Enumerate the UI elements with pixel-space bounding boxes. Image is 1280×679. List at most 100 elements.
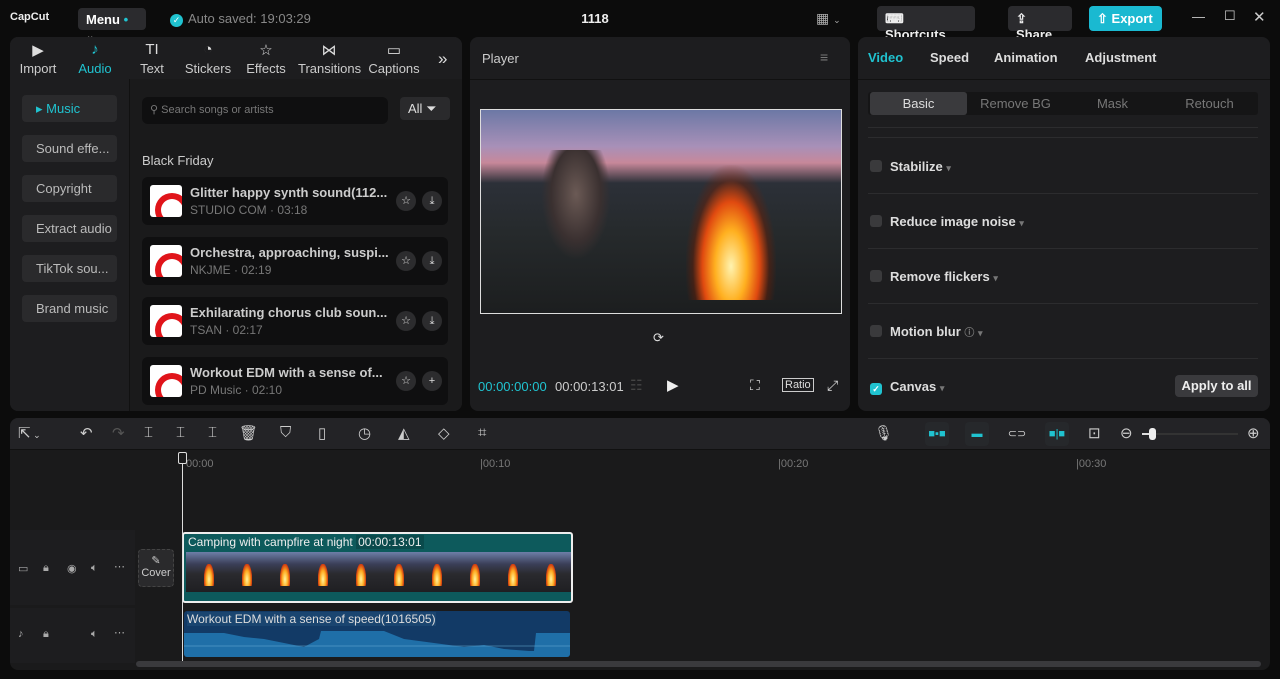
export-button[interactable]: ⇧ Export bbox=[1089, 6, 1162, 31]
undo-icon[interactable]: ↶ bbox=[80, 424, 93, 442]
split-left-icon[interactable]: ⌶ bbox=[176, 424, 185, 441]
subtab-basic[interactable]: Basic bbox=[870, 92, 967, 115]
horizontal-scrollbar[interactable] bbox=[136, 661, 1261, 667]
delete-icon[interactable]: 🗑 bbox=[239, 424, 258, 442]
sidebar-item-copyright[interactable]: Copyright bbox=[22, 175, 117, 202]
mirror-icon[interactable]: ◭ bbox=[398, 424, 410, 442]
option-remove-flickers[interactable]: Remove flickers ▾ bbox=[870, 269, 998, 284]
more-icon[interactable]: ⋯ bbox=[114, 560, 125, 573]
rotate-clip-icon[interactable]: ◇ bbox=[438, 424, 450, 442]
favorite-icon[interactable]: ☆ bbox=[396, 311, 416, 331]
redo-icon[interactable]: ↷ bbox=[112, 424, 125, 442]
hamburger-icon[interactable]: ≡ bbox=[820, 49, 828, 65]
main-track-magnet-icon[interactable]: ■▪■ bbox=[925, 422, 949, 446]
select-tool-icon[interactable]: ⇱ ⌄ bbox=[18, 424, 41, 442]
volume-icon[interactable]: 🔈︎ bbox=[91, 628, 98, 641]
marker-icon[interactable]: ⛉ bbox=[280, 424, 291, 441]
layout-icon[interactable]: ▦ ⌄ bbox=[816, 10, 841, 27]
split-right-icon[interactable]: ⌶ bbox=[208, 424, 217, 441]
tab-animation[interactable]: Animation bbox=[994, 50, 1058, 65]
microphone-icon[interactable]: 🎙 bbox=[874, 424, 893, 442]
tab-speed[interactable]: Speed bbox=[930, 50, 969, 65]
favorite-icon[interactable]: ☆ bbox=[396, 251, 416, 271]
sidebar-item-extract-audio[interactable]: Extract audio bbox=[22, 215, 117, 242]
close-icon[interactable]: ✕ bbox=[1253, 8, 1266, 26]
lock-icon[interactable]: 🔒︎ bbox=[43, 628, 49, 641]
add-icon[interactable]: + bbox=[422, 371, 442, 391]
download-icon[interactable]: ⤓ bbox=[422, 191, 442, 211]
tab-audio[interactable]: ♪ Audio bbox=[74, 41, 116, 76]
option-canvas[interactable]: ✓ Canvas ▾ bbox=[870, 379, 944, 395]
option-stabilize[interactable]: Stabilize ▾ bbox=[870, 159, 951, 174]
checkbox[interactable] bbox=[870, 215, 882, 227]
subtab-retouch[interactable]: Retouch bbox=[1161, 92, 1258, 115]
zoom-slider-handle[interactable] bbox=[1148, 428, 1156, 440]
list-item[interactable]: Exhilarating chorus club soun... TSAN · 0… bbox=[142, 297, 448, 345]
video-preview[interactable] bbox=[480, 109, 842, 314]
rotate-icon[interactable]: ⟳ bbox=[653, 330, 664, 346]
preview-axis-icon[interactable]: ■|■ bbox=[1045, 422, 1069, 446]
sidebar-item-tiktok-sounds[interactable]: TikTok sou... bbox=[22, 255, 117, 282]
timeline-grid-icon[interactable]: ☷ bbox=[630, 377, 643, 394]
link-icon[interactable]: ⊂⊃ bbox=[1005, 422, 1029, 446]
cover-button[interactable]: ✎ Cover bbox=[138, 549, 174, 587]
zoom-in-icon[interactable]: ⊕ bbox=[1247, 424, 1260, 442]
apply-to-all-button[interactable]: Apply to all bbox=[1175, 375, 1258, 397]
tab-effects[interactable]: ☆ Effects bbox=[245, 41, 287, 76]
zoom-slider[interactable] bbox=[1142, 428, 1238, 440]
tab-captions[interactable]: ▭ Captions bbox=[368, 41, 420, 76]
checkbox[interactable] bbox=[870, 270, 882, 282]
checkbox-checked[interactable]: ✓ bbox=[870, 383, 882, 395]
list-item[interactable]: Workout EDM with a sense of... PD Music ·… bbox=[142, 357, 448, 405]
favorite-icon[interactable]: ☆ bbox=[396, 371, 416, 391]
sidebar-item-brand-music[interactable]: Brand music bbox=[22, 295, 117, 322]
more-tabs-icon[interactable]: » bbox=[438, 49, 447, 69]
volume-icon[interactable]: 🔈︎ bbox=[91, 562, 98, 575]
filter-button[interactable]: All ⏷ bbox=[400, 97, 450, 120]
subtab-mask[interactable]: Mask bbox=[1064, 92, 1161, 115]
fullscreen-icon[interactable]: ⤢ bbox=[827, 377, 838, 394]
project-name[interactable]: 1118 bbox=[560, 11, 630, 26]
favorite-icon[interactable]: ☆ bbox=[396, 191, 416, 211]
list-item[interactable]: Glitter happy synth sound(112... STUDIO C… bbox=[142, 177, 448, 225]
sidebar-item-sound-effects[interactable]: Sound effe... bbox=[22, 135, 117, 162]
minimize-icon[interactable]: — bbox=[1192, 9, 1205, 24]
split-icon[interactable]: ⌶ bbox=[144, 424, 153, 441]
auto-snap-icon[interactable]: ▬ bbox=[965, 422, 989, 446]
share-button[interactable]: ⇪ Share bbox=[1008, 6, 1072, 42]
freeze-icon[interactable]: ▯ bbox=[318, 424, 326, 442]
tab-stickers[interactable]: ◔ Stickers bbox=[184, 41, 232, 76]
sidebar-item-music[interactable]: ▸ Music bbox=[22, 95, 117, 122]
tab-text[interactable]: TI Text bbox=[136, 41, 168, 76]
tab-import[interactable]: ▶ Import bbox=[16, 41, 60, 76]
tab-adjustment[interactable]: Adjustment bbox=[1085, 50, 1157, 65]
checkbox[interactable] bbox=[870, 160, 882, 172]
option-reduce-noise[interactable]: Reduce image noise ▾ bbox=[870, 214, 1024, 229]
play-button[interactable]: ▶ bbox=[667, 376, 679, 394]
download-icon[interactable]: ⤓ bbox=[422, 251, 442, 271]
lock-icon[interactable]: 🔒︎ bbox=[43, 562, 49, 575]
menu-button[interactable]: Menu • ⌄ bbox=[78, 8, 146, 42]
crop-icon[interactable]: ⌗ bbox=[478, 424, 486, 441]
tab-transitions[interactable]: ⋈ Transitions bbox=[298, 41, 361, 76]
more-icon[interactable]: ⋯ bbox=[114, 626, 125, 639]
playhead[interactable] bbox=[178, 452, 187, 664]
shortcuts-button[interactable]: ⌨ Shortcuts bbox=[877, 6, 975, 42]
song-title: Orchestra, approaching, suspi... bbox=[190, 245, 389, 260]
zoom-to-fit-icon[interactable]: ⊡ bbox=[1088, 424, 1101, 442]
search-input[interactable]: ⚲ Search songs or artists bbox=[142, 97, 388, 124]
checkbox[interactable] bbox=[870, 325, 882, 337]
video-clip[interactable]: Camping with campfire at night 00:00:13:… bbox=[182, 532, 573, 603]
subtab-remove-bg[interactable]: Remove BG bbox=[967, 92, 1064, 115]
zoom-out-icon[interactable]: ⊖ bbox=[1120, 424, 1133, 442]
download-icon[interactable]: ⤓ bbox=[422, 311, 442, 331]
audio-clip[interactable]: Workout EDM with a sense of speed(101650… bbox=[184, 611, 570, 657]
reverse-icon[interactable]: ◷ bbox=[358, 424, 371, 442]
option-motion-blur[interactable]: Motion blur ⓘ ▾ bbox=[870, 324, 983, 339]
ratio-button[interactable]: Ratio bbox=[782, 378, 814, 392]
eye-icon[interactable]: ◉ bbox=[67, 562, 77, 575]
maximize-icon[interactable]: ☐ bbox=[1224, 8, 1236, 24]
list-item[interactable]: Orchestra, approaching, suspi... NKJME · … bbox=[142, 237, 448, 285]
zoom-fit-icon[interactable]: ⛶ bbox=[750, 377, 760, 394]
tab-video[interactable]: Video bbox=[868, 50, 903, 65]
